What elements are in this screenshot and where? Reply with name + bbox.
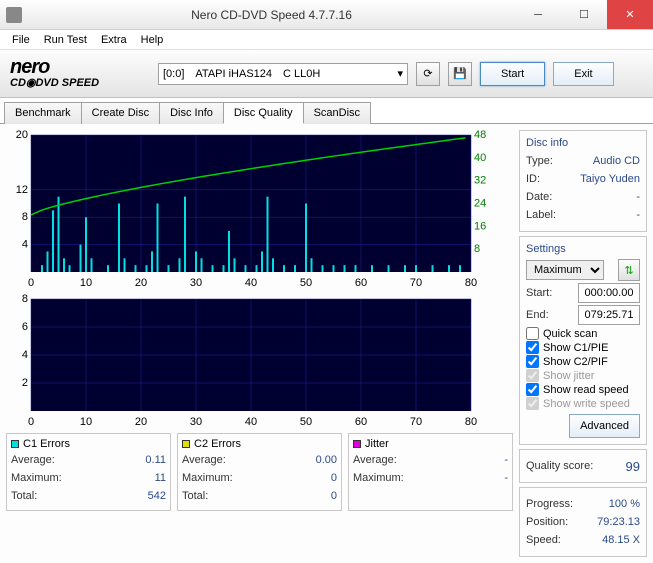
c1-color-icon bbox=[11, 440, 19, 448]
show-c2-checkbox[interactable]: Show C2/PIF bbox=[526, 355, 640, 368]
svg-text:30: 30 bbox=[190, 277, 202, 289]
svg-text:30: 30 bbox=[190, 416, 202, 428]
refresh-icon: ⟳ bbox=[423, 67, 432, 80]
svg-text:16: 16 bbox=[474, 220, 486, 232]
advanced-button[interactable]: Advanced bbox=[569, 414, 640, 438]
options-icon: ⇅ bbox=[624, 264, 633, 277]
tab-disc-quality[interactable]: Disc Quality bbox=[223, 102, 304, 124]
disc-info-group: Disc info Type:Audio CD ID:Taiyo Yuden D… bbox=[519, 130, 647, 232]
show-jitter-checkbox: Show jitter bbox=[526, 369, 640, 382]
maximize-button[interactable]: ☐ bbox=[561, 0, 607, 29]
toolbar: nero CD◉DVD SPEED [0:0] ATAPI iHAS124 C … bbox=[0, 50, 653, 98]
settings-title: Settings bbox=[526, 243, 640, 255]
chevron-down-icon: ▾ bbox=[397, 67, 403, 80]
c1-title: C1 Errors bbox=[23, 438, 70, 450]
svg-text:12: 12 bbox=[16, 184, 28, 196]
logo-subtitle: CD◉DVD SPEED bbox=[10, 76, 150, 89]
svg-text:32: 32 bbox=[474, 175, 486, 187]
svg-text:0: 0 bbox=[28, 277, 34, 289]
tab-benchmark[interactable]: Benchmark bbox=[4, 102, 82, 124]
stats-jitter: Jitter Average:- Maximum:- bbox=[348, 433, 513, 511]
progress-group: Progress:100 % Position:79:23.13 Speed:4… bbox=[519, 487, 647, 557]
quick-scan-checkbox[interactable]: Quick scan bbox=[526, 327, 640, 340]
c2-color-icon bbox=[182, 440, 190, 448]
svg-text:40: 40 bbox=[245, 416, 257, 428]
svg-text:40: 40 bbox=[245, 277, 257, 289]
close-button[interactable]: ✕ bbox=[607, 0, 653, 29]
stats-row: C1 Errors Average:0.11 Maximum:11 Total:… bbox=[6, 433, 513, 511]
drive-label: [0:0] ATAPI iHAS124 C LL0H bbox=[163, 68, 320, 80]
logo: nero CD◉DVD SPEED bbox=[10, 56, 150, 92]
tab-scandisc[interactable]: ScanDisc bbox=[303, 102, 371, 124]
jitter-title: Jitter bbox=[365, 438, 389, 450]
menubar: File Run Test Extra Help bbox=[0, 30, 653, 50]
charts-column: 0102030405060708048122081624324048 01020… bbox=[6, 130, 513, 557]
show-c1-checkbox[interactable]: Show C1/PIE bbox=[526, 341, 640, 354]
tab-disc-info[interactable]: Disc Info bbox=[159, 102, 224, 124]
svg-text:2: 2 bbox=[22, 377, 28, 389]
right-column: Disc info Type:Audio CD ID:Taiyo Yuden D… bbox=[519, 130, 647, 557]
svg-text:50: 50 bbox=[300, 277, 312, 289]
refresh-button[interactable]: ⟳ bbox=[416, 62, 440, 86]
c2-title: C2 Errors bbox=[194, 438, 241, 450]
menu-extra[interactable]: Extra bbox=[95, 32, 133, 48]
show-read-speed-checkbox[interactable]: Show read speed bbox=[526, 383, 640, 396]
svg-text:48: 48 bbox=[474, 130, 486, 141]
window-title: Nero CD-DVD Speed 4.7.7.16 bbox=[28, 8, 515, 22]
stats-c1: C1 Errors Average:0.11 Maximum:11 Total:… bbox=[6, 433, 171, 511]
quality-group: Quality score:99 bbox=[519, 449, 647, 483]
svg-text:80: 80 bbox=[465, 277, 477, 289]
menu-file[interactable]: File bbox=[6, 32, 36, 48]
svg-text:4: 4 bbox=[22, 349, 28, 361]
start-button[interactable]: Start bbox=[480, 62, 545, 86]
menu-help[interactable]: Help bbox=[135, 32, 170, 48]
svg-text:20: 20 bbox=[135, 277, 147, 289]
chart-c1: 0102030405060708048122081624324048 bbox=[6, 130, 513, 290]
chart-c2-svg: 0 10 20 30 40 50 60 70 80 2 4 6 8 bbox=[6, 294, 496, 429]
speed-select[interactable]: Maximum bbox=[526, 260, 604, 280]
settings-group: Settings Maximum ⇅ Start: End: Quick sca… bbox=[519, 236, 647, 445]
jitter-color-icon bbox=[353, 440, 361, 448]
chart-c2: 0 10 20 30 40 50 60 70 80 2 4 6 8 bbox=[6, 294, 513, 429]
drive-selector[interactable]: [0:0] ATAPI iHAS124 C LL0H ▾ bbox=[158, 63, 408, 85]
svg-text:60: 60 bbox=[355, 416, 367, 428]
svg-text:8: 8 bbox=[22, 294, 28, 305]
svg-text:70: 70 bbox=[410, 277, 422, 289]
svg-text:20: 20 bbox=[135, 416, 147, 428]
app-icon bbox=[6, 7, 22, 23]
svg-text:8: 8 bbox=[474, 243, 480, 255]
save-button[interactable]: 💾 bbox=[448, 62, 472, 86]
svg-text:24: 24 bbox=[474, 198, 486, 210]
svg-text:4: 4 bbox=[22, 239, 28, 251]
show-write-speed-checkbox: Show write speed bbox=[526, 397, 640, 410]
minimize-button[interactable]: ─ bbox=[515, 0, 561, 29]
svg-text:80: 80 bbox=[465, 416, 477, 428]
svg-text:10: 10 bbox=[80, 277, 92, 289]
svg-text:10: 10 bbox=[80, 416, 92, 428]
tab-strip: Benchmark Create Disc Disc Info Disc Qua… bbox=[0, 98, 653, 124]
content: 0102030405060708048122081624324048 01020… bbox=[0, 123, 653, 563]
disc-info-title: Disc info bbox=[526, 137, 640, 149]
end-input[interactable] bbox=[578, 305, 640, 325]
svg-text:8: 8 bbox=[22, 211, 28, 223]
chart-c1-svg: 0102030405060708048122081624324048 bbox=[6, 130, 496, 290]
titlebar: Nero CD-DVD Speed 4.7.7.16 ─ ☐ ✕ bbox=[0, 0, 653, 30]
settings-options-button[interactable]: ⇅ bbox=[618, 259, 640, 281]
exit-button[interactable]: Exit bbox=[553, 62, 613, 86]
logo-nero: nero bbox=[10, 58, 150, 76]
svg-text:6: 6 bbox=[22, 321, 28, 333]
start-input[interactable] bbox=[578, 283, 640, 303]
stats-c2: C2 Errors Average:0.00 Maximum:0 Total:0 bbox=[177, 433, 342, 511]
svg-text:70: 70 bbox=[410, 416, 422, 428]
window-buttons: ─ ☐ ✕ bbox=[515, 0, 653, 29]
svg-text:60: 60 bbox=[355, 277, 367, 289]
svg-text:20: 20 bbox=[16, 130, 28, 141]
tab-create-disc[interactable]: Create Disc bbox=[81, 102, 160, 124]
svg-text:40: 40 bbox=[474, 152, 486, 164]
menu-run-test[interactable]: Run Test bbox=[38, 32, 93, 48]
svg-text:50: 50 bbox=[300, 416, 312, 428]
floppy-icon: 💾 bbox=[453, 67, 467, 80]
svg-text:0: 0 bbox=[28, 416, 34, 428]
